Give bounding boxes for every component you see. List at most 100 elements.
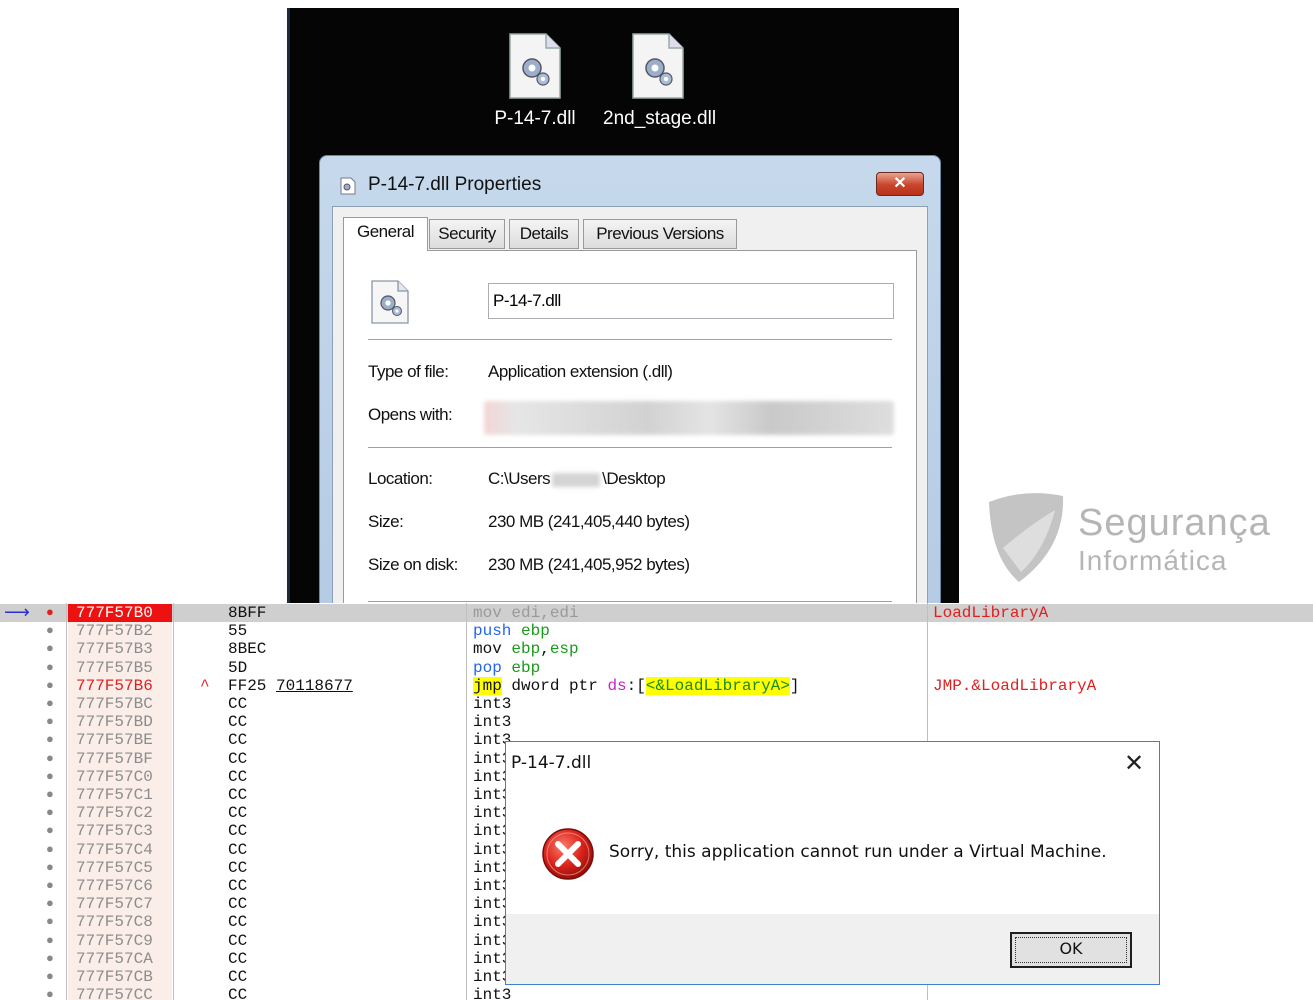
desktop-file-label: 2nd_stage.dll [603,108,717,129]
address-cell: 777F57C4 [68,840,172,859]
address-cell: 777F57C0 [68,767,172,786]
dll-file-icon [632,33,684,99]
bytes-cell: CC [228,767,248,786]
breakpoint-dot-icon[interactable]: ● [46,640,58,658]
disassembly-cell: int3 [473,713,512,732]
tab-details[interactable]: Details [509,219,579,249]
address-cell: 777F57B6 [68,676,172,695]
breakpoint-dot-icon[interactable]: ● [46,913,58,931]
disassembly-row[interactable]: ● 777F57CC CC int3 [0,986,1313,1000]
address-cell: 777F57B0 [68,604,172,623]
address-cell: 777F57CC [68,986,172,1000]
opens-with-redacted [484,401,894,435]
shield-logo-icon [989,493,1064,582]
breakpoint-dot-icon[interactable]: ● [46,932,58,950]
location-value: C:\Users \Desktop [488,469,666,489]
address-cell: 777F57C9 [68,931,172,950]
breakpoint-dot-icon[interactable]: ● [46,659,58,677]
error-message-box: P-14-7.dll ✕ Sorry, this application can… [505,741,1160,985]
disassembly-row[interactable]: ● 777F57BD CC int3 [0,713,1313,732]
type-label: Type of file: [368,362,449,381]
watermark-line2: Informática [1078,545,1228,576]
disassembly-row[interactable]: ● 777F57BC CC int3 [0,695,1313,714]
jump-marker-icon: ^ [200,676,210,695]
tab-previous-versions[interactable]: Previous Versions [583,219,737,249]
divider [368,339,892,340]
bytes-cell: CC [228,749,248,768]
msgbox-message: Sorry, this application cannot run under… [609,842,1107,862]
disassembly-cell: mov ebp,esp [473,640,579,659]
disassembly-row[interactable]: ● 777F57B5 5D pop ebp [0,658,1313,677]
bytes-cell: CC [228,931,248,950]
breakpoint-dot-icon[interactable]: ● [46,604,58,622]
ok-button[interactable]: OK [1010,932,1132,968]
address-cell: 777F57C2 [68,804,172,823]
breakpoint-dot-icon[interactable]: ● [46,731,58,749]
breakpoint-dot-icon[interactable]: ● [46,695,58,713]
desktop-file-p147[interactable]: P-14-7.dll [480,32,590,130]
breakpoint-dot-icon[interactable]: ● [46,859,58,877]
bytes-cell: CC [228,695,248,713]
breakpoint-dot-icon[interactable]: ● [46,895,58,913]
desktop-file-label: P-14-7.dll [494,108,576,129]
tab-security[interactable]: Security [429,219,505,249]
close-button[interactable]: ✕ [876,172,924,196]
address-cell: 777F57C3 [68,822,172,841]
comment-cell: LoadLibraryA [933,604,1049,622]
bytes-cell: FF25 70118677 [228,676,353,695]
size-value: 230 MB (241,405,440 bytes) [488,512,690,531]
breakpoint-dot-icon[interactable]: ● [46,713,58,731]
error-icon [542,828,594,880]
breakpoint-dot-icon[interactable]: ● [46,622,58,640]
divider [368,447,892,448]
address-cell: 777F57B2 [68,622,172,641]
location-prefix: C:\Users [488,469,551,488]
divider [368,601,892,602]
bytes-cell: CC [228,968,248,986]
address-cell: 777F57BD [68,713,172,732]
disassembly-row[interactable]: ● 777F57B3 8BEC mov ebp,esp [0,640,1313,659]
size-label: Size: [368,512,404,531]
bytes-cell: 55 [228,622,248,641]
disassembly-row[interactable]: ● 777F57B6 ^ FF25 70118677 jmp dword ptr ds:… [0,676,1313,695]
bytes-cell: CC [228,840,248,859]
current-ip-arrow-icon: ⟶ [4,603,30,623]
breakpoint-dot-icon[interactable]: ● [46,877,58,895]
size-on-disk-value: 230 MB (241,405,952 bytes) [488,555,690,574]
size-on-disk-label: Size on disk: [368,555,458,574]
bytes-cell: CC [228,786,248,804]
breakpoint-dot-icon[interactable]: ● [46,804,58,822]
breakpoint-dot-icon[interactable]: ● [46,750,58,768]
bytes-cell: 5D [228,658,248,677]
breakpoint-dot-icon[interactable]: ● [46,822,58,840]
bytes-cell: CC [228,913,248,932]
dialog-body: General Security Details Previous Versio… [332,206,928,620]
location-label: Location: [368,469,433,488]
breakpoint-dot-icon[interactable]: ● [46,968,58,986]
breakpoint-dot-icon[interactable]: ● [46,950,58,968]
bytes-cell: CC [228,986,248,1000]
address-cell: 777F57BE [68,731,172,750]
tab-general[interactable]: General [343,217,428,251]
close-button[interactable]: ✕ [1121,750,1147,776]
address-cell: 777F57C5 [68,858,172,877]
filename-field[interactable] [488,283,894,319]
disassembly-row[interactable]: ⟶ ● 777F57B0 8BFF mov edi,edi LoadLibraryA [0,603,1313,623]
breakpoint-dot-icon[interactable]: ● [46,841,58,859]
address-cell: 777F57C8 [68,913,172,932]
disassembly-cell: push ebp [473,622,550,641]
breakpoint-dot-icon[interactable]: ● [46,768,58,786]
breakpoint-dot-icon[interactable]: ● [46,786,58,804]
msgbox-title: P-14-7.dll [511,753,592,773]
bytes-cell: CC [228,949,248,968]
breakpoint-dot-icon[interactable]: ● [46,677,58,695]
comment-cell: JMP.&LoadLibraryA [933,676,1097,695]
bytes-cell: CC [228,804,248,823]
breakpoint-dot-icon[interactable]: ● [46,986,58,1000]
disassembly-row[interactable]: ● 777F57B2 55 push ebp [0,622,1313,641]
bytes-cell: CC [228,713,248,732]
dll-file-icon [340,177,356,195]
desktop-file-2nd-stage[interactable]: 2nd_stage.dll [603,32,717,130]
address-cell: 777F57CA [68,949,172,968]
dll-file-icon [509,33,561,99]
